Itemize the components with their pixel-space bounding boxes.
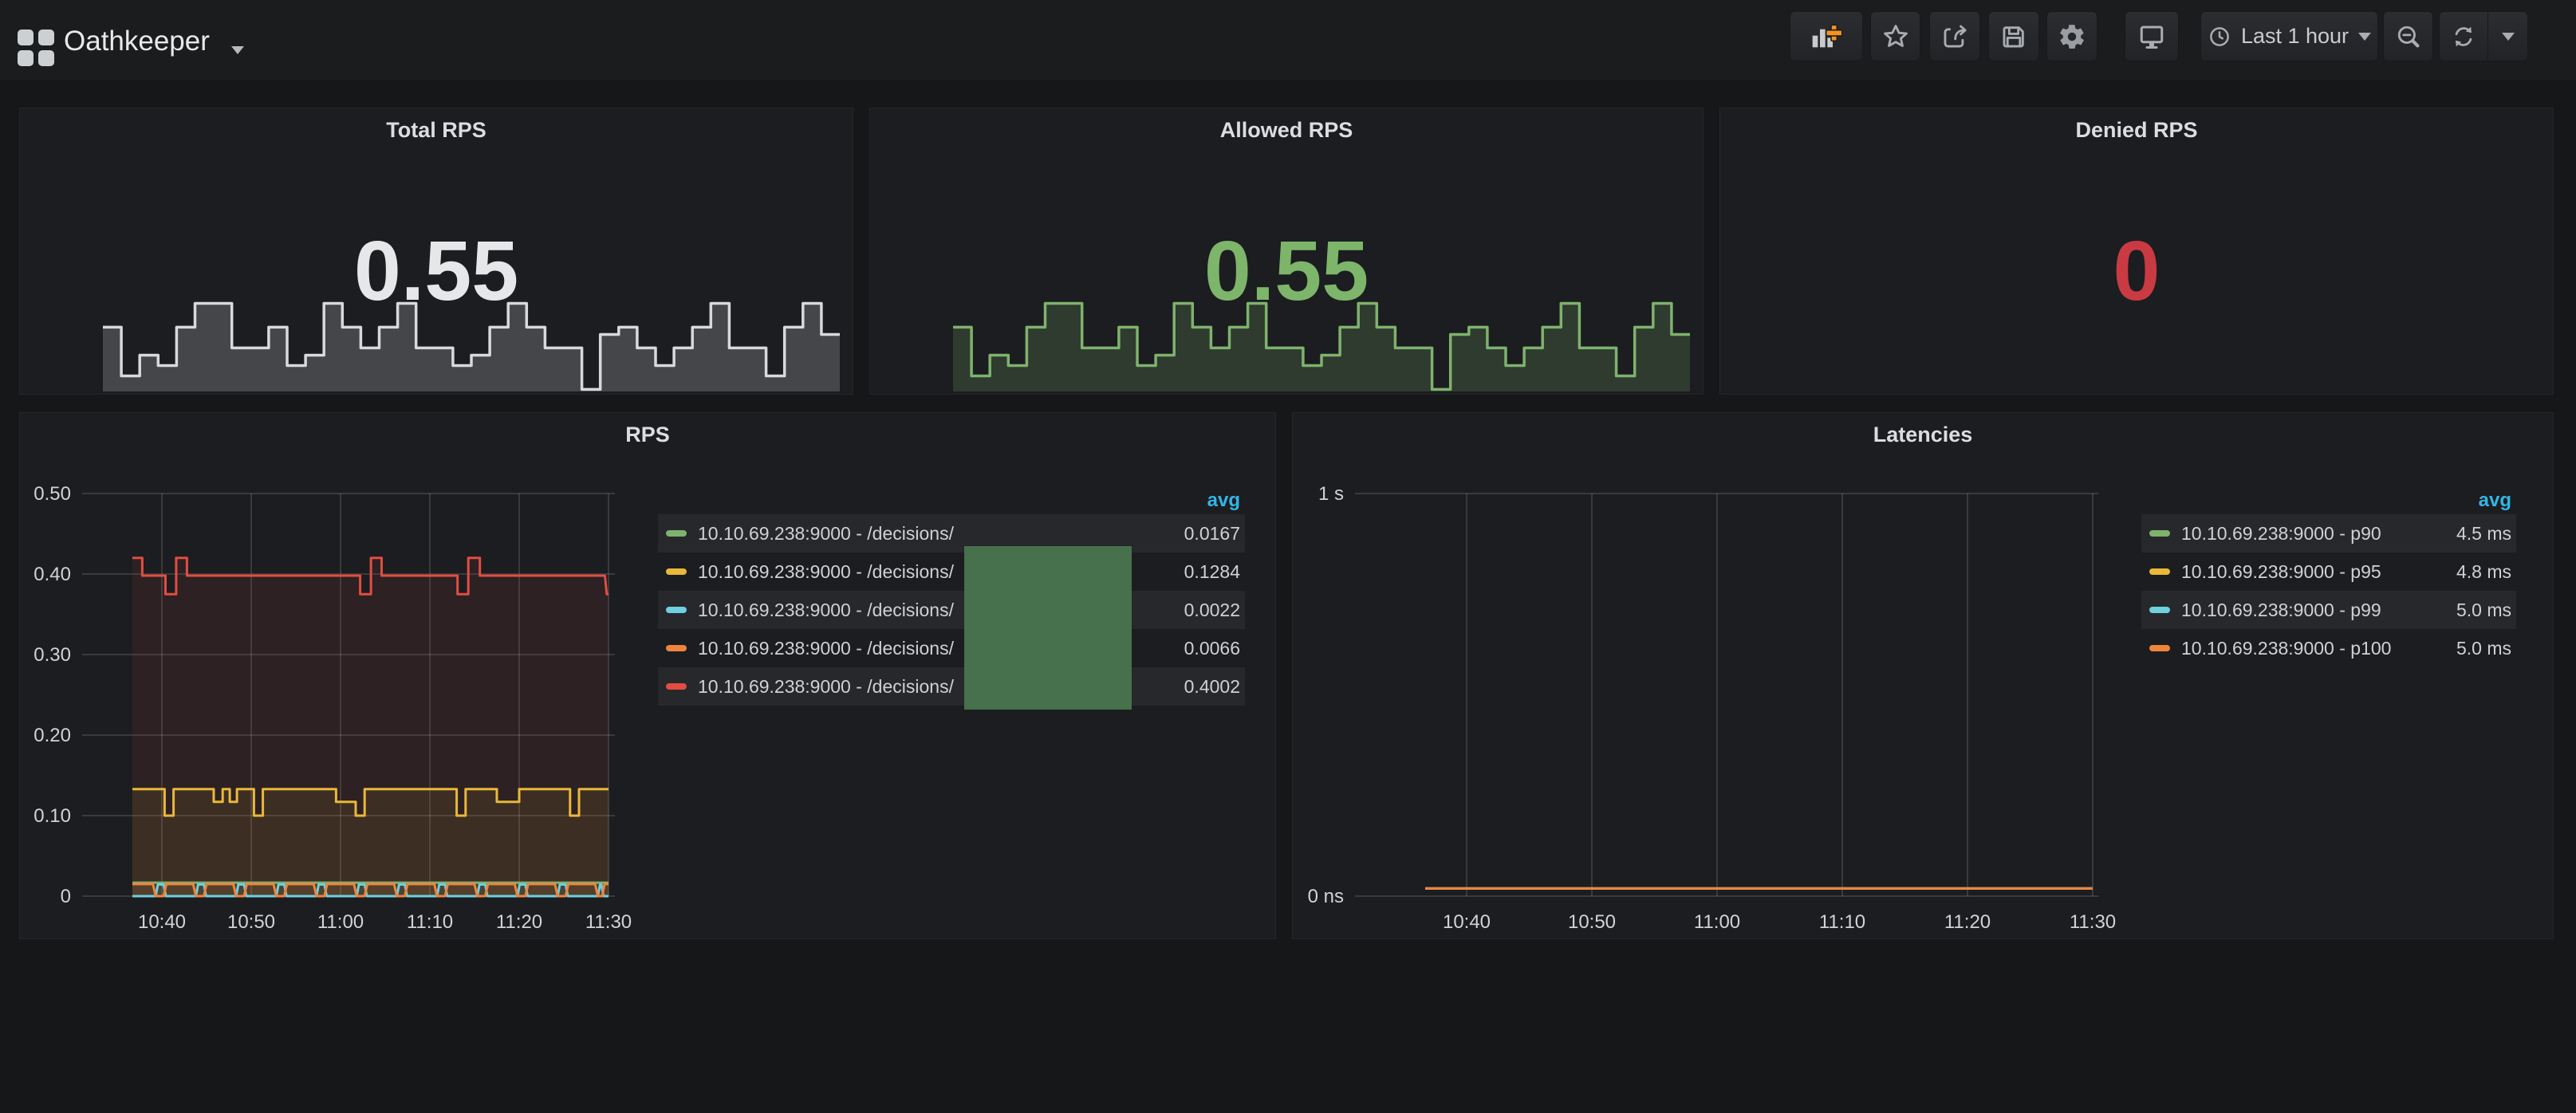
x-axis-tick: 11:10 — [1819, 911, 1865, 933]
navbar: Oathkeeper — [0, 0, 2576, 80]
panel-latencies: 1 s 0 ns 10:40 10:50 11:00 11:10 11:20 11:30 La… — [1292, 412, 2554, 939]
legend-row[interactable]: 10.10.69.238:9000 - p100 5.0 ms — [2141, 629, 2516, 667]
series-avg-value: 0.0022 — [1184, 600, 1240, 621]
x-axis-tick: 11:10 — [407, 911, 453, 933]
panel-rps: 0.50 0.40 0.30 0.20 0.10 0 10:40 10:50 11:00 11:1… — [19, 412, 1276, 939]
panel-title[interactable]: Total RPS — [20, 118, 853, 143]
series-label[interactable]: 10.10.69.238:9000 - p100 — [2181, 638, 2447, 659]
dashboard-title[interactable]: Oathkeeper — [64, 0, 210, 80]
x-axis-tick: 11:20 — [1944, 911, 1991, 933]
clock-icon — [2208, 25, 2231, 49]
star-icon — [1882, 23, 1909, 50]
series-swatch-icon[interactable] — [2149, 645, 2170, 651]
y-axis-tick: 0.30 — [33, 644, 71, 666]
x-axis-tick: 11:30 — [2070, 911, 2116, 933]
series-swatch-icon[interactable] — [666, 607, 687, 613]
x-axis-tick: 11:20 — [496, 911, 542, 933]
x-axis-tick: 10:50 — [227, 911, 275, 933]
series-avg-value: 5.0 ms — [2456, 638, 2511, 659]
time-caret-down-icon — [2358, 33, 2371, 41]
series-avg-value: 0.1284 — [1184, 561, 1240, 583]
button-divider — [2487, 12, 2488, 61]
series-label[interactable]: 10.10.69.238:9000 - p90 — [2181, 523, 2447, 545]
series-swatch-icon[interactable] — [666, 568, 687, 575]
y-axis-tick: 0.40 — [33, 564, 71, 585]
legend-row[interactable]: 10.10.69.238:9000 - /decisions/0.0066 — [658, 629, 1245, 667]
series-swatch-icon[interactable] — [666, 683, 687, 690]
panel-title[interactable]: Allowed RPS — [870, 118, 1703, 143]
series-avg-value: 0.4002 — [1184, 676, 1240, 698]
y-axis-tick: 0.50 — [33, 483, 71, 505]
dashboard-grid-icon[interactable] — [18, 29, 54, 66]
series-avg-value: 0.0167 — [1184, 523, 1240, 545]
save-icon — [2000, 23, 2027, 50]
legend-row[interactable]: 10.10.69.238:9000 - /decisions/0.4002 — [658, 667, 1245, 706]
latencies-legend: avg 10.10.69.238:9000 - p904.5 ms10.10.6… — [2141, 487, 2516, 667]
y-axis-tick: 1 s — [1318, 483, 1344, 505]
zoom-out-icon — [2395, 23, 2422, 50]
series-avg-value: 0.0066 — [1184, 638, 1240, 659]
x-axis-tick: 10:40 — [138, 911, 186, 933]
series-swatch-icon[interactable] — [666, 645, 687, 651]
series-swatch-icon[interactable] — [2149, 568, 2170, 575]
legend-row[interactable]: 10.10.69.238:9000 - /decisions/0.0022 — [658, 591, 1245, 629]
panel-total-rps: Total RPS 0.55 — [19, 108, 853, 395]
series-swatch-icon[interactable] — [2149, 530, 2170, 537]
y-axis-tick: 0.10 — [33, 805, 71, 827]
add-panel-button[interactable] — [1790, 11, 1863, 61]
panel-title[interactable]: Denied RPS — [1720, 118, 2553, 143]
save-button[interactable] — [1988, 11, 2039, 61]
y-axis-tick: 0 ns — [1308, 886, 1344, 907]
refresh-icon — [2451, 24, 2476, 49]
gear-icon — [2058, 22, 2086, 51]
legend-avg-header[interactable]: avg — [658, 487, 1245, 514]
series-label[interactable]: 10.10.69.238:9000 - p95 — [2181, 561, 2447, 583]
cycle-view-mode-button[interactable] — [2125, 11, 2179, 61]
x-axis-tick: 11:30 — [585, 911, 632, 933]
panel-denied-rps: Denied RPS 0 — [1719, 108, 2554, 395]
stat-value: 0 — [1720, 226, 2553, 316]
legend-row[interactable]: 10.10.69.238:9000 - p99 5.0 ms — [2141, 591, 2516, 629]
star-button[interactable] — [1870, 11, 1920, 61]
series-swatch-icon[interactable] — [2149, 607, 2170, 613]
rps-legend: avg 10.10.69.238:9000 - /decisions/0.016… — [658, 487, 1245, 706]
dashboard-caret-down-icon[interactable] — [231, 46, 244, 54]
stat-value: 0.55 — [20, 226, 853, 316]
legend-row[interactable]: 10.10.69.238:9000 - p90 4.5 ms — [2141, 514, 2516, 553]
panel-title[interactable]: Latencies — [1293, 423, 2553, 447]
x-axis-tick: 11:00 — [1694, 911, 1740, 933]
panel-title[interactable]: RPS — [20, 423, 1275, 447]
share-icon — [1941, 23, 1968, 50]
share-button[interactable] — [1929, 11, 1980, 61]
series-avg-value: 4.8 ms — [2456, 561, 2511, 583]
y-axis-tick: 0 — [61, 886, 71, 907]
legend-row[interactable]: 10.10.69.238:9000 - p95 4.8 ms — [2141, 553, 2516, 591]
legend-row[interactable]: 10.10.69.238:9000 - /decisions/0.0167 — [658, 514, 1245, 553]
legend-row[interactable]: 10.10.69.238:9000 - /decisions/0.1284 — [658, 553, 1245, 591]
series-label[interactable]: 10.10.69.238:9000 - /decisions/ — [698, 523, 1175, 545]
zoom-out-button[interactable] — [2383, 11, 2433, 61]
redaction-overlay — [964, 546, 1132, 710]
refresh-caret-down-icon[interactable] — [2502, 33, 2515, 41]
time-picker-button[interactable]: Last 1 hour — [2200, 11, 2378, 61]
refresh-button-group[interactable] — [2439, 11, 2528, 61]
y-axis-tick: 0.20 — [33, 725, 71, 746]
series-avg-value: 5.0 ms — [2456, 600, 2511, 621]
series-avg-value: 4.5 ms — [2456, 523, 2511, 545]
series-label[interactable]: 10.10.69.238:9000 - p99 — [2181, 600, 2447, 621]
tv-icon — [2137, 22, 2166, 51]
legend-avg-header[interactable]: avg — [2141, 487, 2516, 514]
add-panel-icon — [1810, 22, 1842, 52]
x-axis-tick: 10:50 — [1568, 911, 1616, 933]
stat-value: 0.55 — [870, 226, 1703, 316]
series-swatch-icon[interactable] — [666, 530, 687, 537]
dashboard-settings-button[interactable] — [2046, 11, 2097, 61]
panel-allowed-rps: Allowed RPS 0.55 — [869, 108, 1704, 395]
time-range-label: Last 1 hour — [2241, 24, 2349, 49]
x-axis-tick: 11:00 — [317, 911, 364, 933]
x-axis-tick: 10:40 — [1443, 911, 1491, 933]
